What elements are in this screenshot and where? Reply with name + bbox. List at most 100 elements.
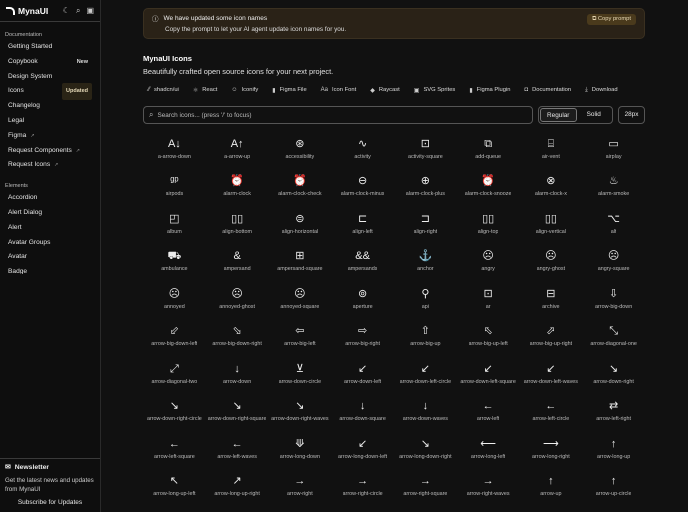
- icon-tile[interactable]: ⊕ alarm-clock-plus: [394, 168, 457, 206]
- sidebar-item-legal[interactable]: Legal: [0, 114, 100, 129]
- icon-tile[interactable]: ⌥ alt: [582, 205, 645, 243]
- sidebar-item-changelog[interactable]: Changelog: [0, 99, 100, 114]
- sidebar-item-accordion[interactable]: Accordion: [0, 191, 100, 206]
- icon-tile[interactable]: → arrow-right-waves: [457, 468, 520, 506]
- icon-tile[interactable]: ⟱ arrow-long-down: [269, 430, 332, 468]
- icon-tile[interactable]: → arrow-right-square: [394, 468, 457, 506]
- link-documentation[interactable]: ◘ Documentation: [525, 87, 572, 93]
- icon-tile[interactable]: ↙ arrow-long-down-left: [331, 430, 394, 468]
- icon-tile[interactable]: ▭ airplay: [582, 130, 645, 168]
- icon-tile[interactable]: ↑ arrow-long-up: [582, 430, 645, 468]
- icon-tile[interactable]: ⊛ accessibility: [269, 130, 332, 168]
- sidebar-item-request-components[interactable]: Request Components ↗: [0, 144, 100, 159]
- sidebar-item-avatar-groups[interactable]: Avatar Groups: [0, 236, 100, 251]
- logo[interactable]: MynaUI: [6, 6, 48, 16]
- sidebar-item-request-icons[interactable]: Request Icons ↗: [0, 158, 100, 173]
- size-select[interactable]: 28px: [618, 106, 645, 124]
- icon-tile[interactable]: ⟵ arrow-long-left: [457, 430, 520, 468]
- icon-tile[interactable]: ☹ angry-square: [582, 243, 645, 281]
- icon-tile[interactable]: ▯▯ align-top: [457, 205, 520, 243]
- icon-tile[interactable]: ↓ arrow-down: [206, 355, 269, 393]
- icon-tile[interactable]: ↘ arrow-down-right: [582, 355, 645, 393]
- icon-tile[interactable]: ▯▯ align-bottom: [206, 205, 269, 243]
- icon-tile[interactable]: ⇄ arrow-left-right: [582, 393, 645, 431]
- icon-tile[interactable]: ⇧ arrow-big-up: [394, 318, 457, 356]
- icon-tile[interactable]: ☹ annoyed-square: [269, 280, 332, 318]
- icon-tile[interactable]: ⬂ arrow-big-down-right: [206, 318, 269, 356]
- icon-tile[interactable]: & ampersand: [206, 243, 269, 281]
- link-figma-file[interactable]: ▮ Figma File: [272, 87, 306, 94]
- icon-tile[interactable]: ↖ arrow-long-up-left: [143, 468, 206, 506]
- icon-tile[interactable]: ☹ angry-ghost: [520, 243, 583, 281]
- icon-tile[interactable]: ← arrow-left-waves: [206, 430, 269, 468]
- icon-tile[interactable]: ⊗ alarm-clock-x: [520, 168, 583, 206]
- icon-tile[interactable]: ᵍᵖ airpods: [143, 168, 206, 206]
- icon-tile[interactable]: ⟶ arrow-long-right: [520, 430, 583, 468]
- sidebar-toggle-icon[interactable]: ▣: [86, 6, 94, 16]
- icon-tile[interactable]: ← arrow-left: [457, 393, 520, 431]
- icon-tile[interactable]: ⤢ arrow-diagonal-two: [143, 355, 206, 393]
- icon-tile[interactable]: ⚓ anchor: [394, 243, 457, 281]
- icon-tile[interactable]: && ampersands: [331, 243, 394, 281]
- search-input[interactable]: ⌕ Search icons... (press '/' to focus): [143, 106, 533, 124]
- icon-tile[interactable]: ☹ annoyed-ghost: [206, 280, 269, 318]
- icon-tile[interactable]: → arrow-right: [269, 468, 332, 506]
- sidebar-item-design-system[interactable]: Design System: [0, 70, 100, 85]
- sidebar-item-alert-dialog[interactable]: Alert Dialog: [0, 206, 100, 221]
- icon-tile[interactable]: ∿ activity: [331, 130, 394, 168]
- icon-tile[interactable]: A↑ a-arrow-up: [206, 130, 269, 168]
- icon-tile[interactable]: ⬀ arrow-big-up-right: [520, 318, 583, 356]
- icon-tile[interactable]: ⌸ air-vent: [520, 130, 583, 168]
- theme-toggle-icon[interactable]: ☾: [63, 6, 70, 16]
- sidebar-item-badge[interactable]: Badge: [0, 265, 100, 274]
- icon-tile[interactable]: ⏰ alarm-clock-check: [269, 168, 332, 206]
- sidebar-item-avatar[interactable]: Avatar: [0, 250, 100, 265]
- icon-tile[interactable]: ↙ arrow-down-left: [331, 355, 394, 393]
- icon-tile[interactable]: ↓ arrow-down-waves: [394, 393, 457, 431]
- icon-tile[interactable]: ⧉ add-queue: [457, 130, 520, 168]
- sidebar-item-getting-started[interactable]: Getting Started: [0, 40, 100, 55]
- solid-option[interactable]: Solid: [577, 108, 612, 122]
- icon-tile[interactable]: ♨ alarm-smoke: [582, 168, 645, 206]
- link-icon-font[interactable]: Aa Icon Font: [321, 87, 357, 93]
- sidebar-nav[interactable]: Documentation Getting Started Copybook New…: [0, 22, 100, 274]
- link-svg-sprites[interactable]: ▣ SVG Sprites: [414, 87, 456, 94]
- icon-tile[interactable]: → arrow-right-circle: [331, 468, 394, 506]
- link-download[interactable]: ⤓ Download: [585, 87, 617, 94]
- icon-tile[interactable]: ◰ album: [143, 205, 206, 243]
- search-icon[interactable]: ⌕: [76, 6, 80, 16]
- icon-tile[interactable]: ↑ arrow-up-circle: [582, 468, 645, 506]
- icon-tile[interactable]: ⇩ arrow-big-down: [582, 280, 645, 318]
- icon-tile[interactable]: ↘ arrow-down-right-square: [206, 393, 269, 431]
- icon-tile[interactable]: ⊖ alarm-clock-minus: [331, 168, 394, 206]
- sidebar-item-copybook[interactable]: Copybook New: [0, 55, 100, 70]
- icon-tile[interactable]: ⇦ arrow-big-left: [269, 318, 332, 356]
- icon-tile[interactable]: ↑ arrow-up: [520, 468, 583, 506]
- link-iconify[interactable]: ☺ Iconify: [231, 87, 258, 93]
- icon-tile[interactable]: A↓ a-arrow-down: [143, 130, 206, 168]
- icon-tile[interactable]: ☹ angry: [457, 243, 520, 281]
- icon-tile[interactable]: ⊏ align-left: [331, 205, 394, 243]
- icon-tile[interactable]: ⬃ arrow-big-down-left: [143, 318, 206, 356]
- icon-tile[interactable]: ↘ arrow-down-right-waves: [269, 393, 332, 431]
- icon-tile[interactable]: ↙ arrow-down-left-waves: [520, 355, 583, 393]
- link-shadcn-ui[interactable]: ⁄⁄ shadcn/ui: [148, 87, 179, 93]
- icon-tile[interactable]: ▯▯ align-vertical: [520, 205, 583, 243]
- icon-tile[interactable]: ⊐ align-right: [394, 205, 457, 243]
- regular-option[interactable]: Regular: [540, 108, 577, 122]
- icon-tile[interactable]: ↗ arrow-long-up-right: [206, 468, 269, 506]
- subscribe-button[interactable]: Subscribe for Updates: [5, 499, 95, 506]
- icon-tile[interactable]: ⬁ arrow-big-up-left: [457, 318, 520, 356]
- icon-tile[interactable]: ↘ arrow-down-right-circle: [143, 393, 206, 431]
- icon-tile[interactable]: ⚲ api: [394, 280, 457, 318]
- icon-tile[interactable]: ⊡ activity-square: [394, 130, 457, 168]
- sidebar-item-icons[interactable]: Icons Updated: [0, 83, 100, 101]
- icon-tile[interactable]: ⊡ ar: [457, 280, 520, 318]
- icon-tile[interactable]: ⇨ arrow-big-right: [331, 318, 394, 356]
- sidebar-item-figma[interactable]: Figma ↗: [0, 129, 100, 144]
- icon-tile[interactable]: ☹ annoyed: [143, 280, 206, 318]
- icon-tile[interactable]: ⏰ alarm-clock-snooze: [457, 168, 520, 206]
- link-raycast[interactable]: ◆ Raycast: [370, 87, 400, 94]
- icon-tile[interactable]: ⊟ archive: [520, 280, 583, 318]
- icon-tile[interactable]: ← arrow-left-square: [143, 430, 206, 468]
